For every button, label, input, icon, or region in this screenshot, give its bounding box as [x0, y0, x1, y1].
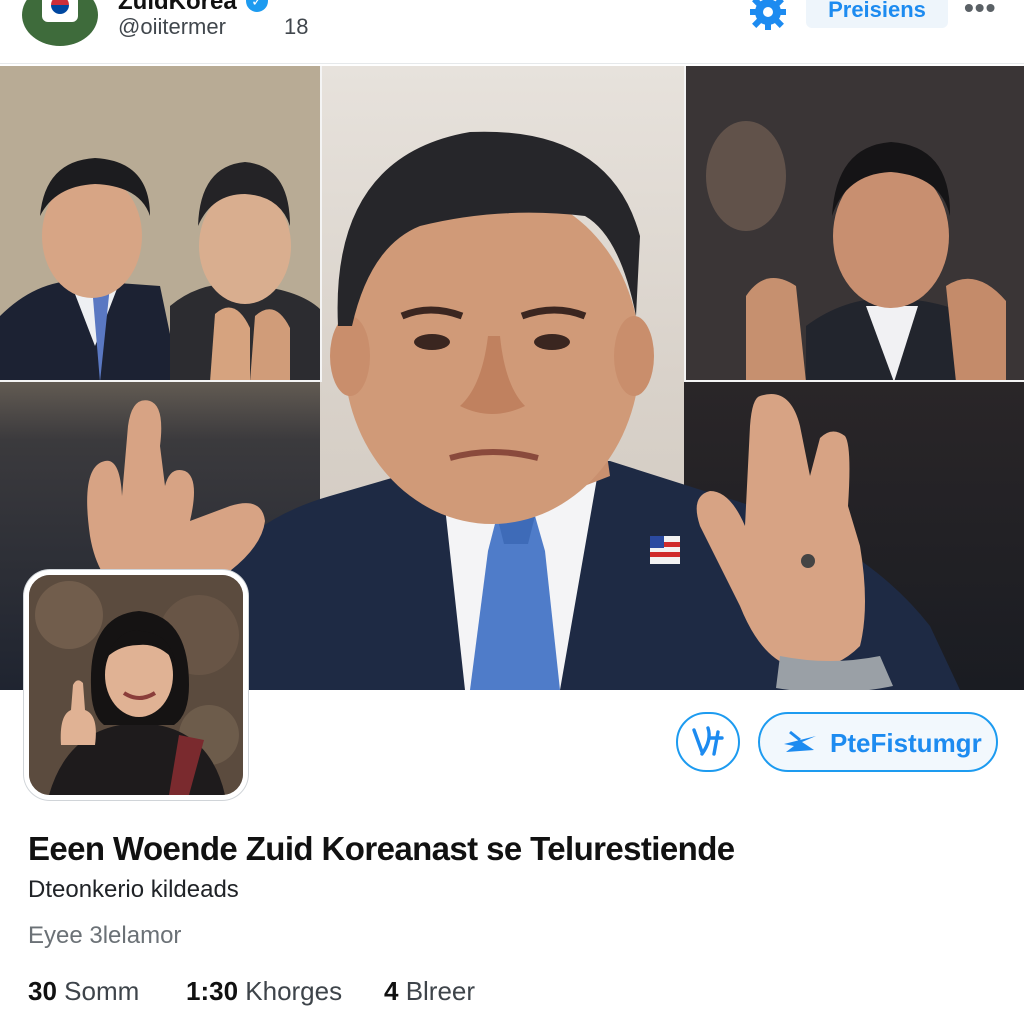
translate-icon [692, 726, 724, 756]
translate-icon-button[interactable] [676, 712, 740, 772]
stat-khorges[interactable]: 1:30 Khorges [186, 976, 342, 1007]
verified-badge-icon: ✓ [246, 0, 268, 12]
profile-avatar[interactable] [24, 570, 248, 800]
stat-label: Somm [64, 976, 140, 1006]
profile-meta: Eyee 3lelamor [28, 922, 182, 949]
stat-value: 1:30 [186, 976, 246, 1006]
stat-somm[interactable]: 30 Somm [28, 976, 139, 1007]
profile-subtitle: Dteonkerio kildeads [28, 876, 239, 903]
handle-count: 18 [284, 14, 309, 39]
gear-icon[interactable] [748, 0, 788, 32]
korea-flag-icon [42, 0, 78, 22]
top-action-pill[interactable]: Preisiens [806, 0, 948, 28]
account-handle: @oiitermer [118, 14, 226, 39]
account-avatar[interactable] [22, 0, 98, 46]
stat-value: 30 [28, 976, 65, 1006]
follow-button[interactable]: PteFistumgr [758, 712, 998, 772]
profile-stats: 30 Somm 1:30 Khorges 4 Blreer [28, 976, 1008, 1010]
stat-label: Khorges [245, 976, 343, 1006]
stat-label: Blreer [405, 976, 476, 1006]
plane-icon [784, 730, 816, 752]
profile-display-name: Eeen Woende Zuid Koreanast se Telurestie… [28, 830, 735, 867]
stat-value: 4 [384, 976, 406, 1006]
profile-topbar: ZuidKorea ✓ @oiitermer 18 Preisiens ••• [0, 0, 1024, 64]
follow-button-label: PteFistumgr [830, 728, 982, 758]
more-options-icon[interactable]: ••• [964, 0, 996, 24]
stat-blreer[interactable]: 4 Blreer [384, 976, 475, 1007]
